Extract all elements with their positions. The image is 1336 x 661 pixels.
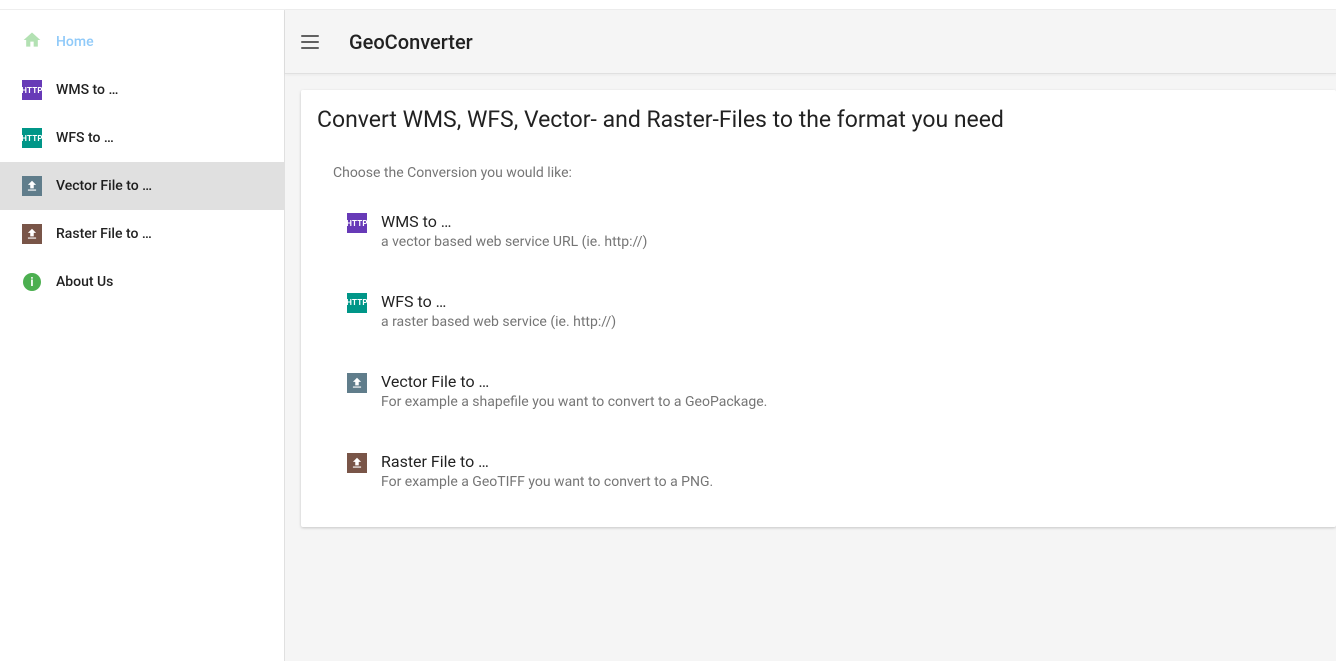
home-icon [8,30,56,54]
option-desc: For example a shapefile you want to conv… [381,393,767,413]
sidebar-item-wms[interactable]: HTTP WMS to … [0,66,284,114]
sidebar-item-label: About Us [56,274,113,290]
sidebar-item-home[interactable]: Home [0,18,284,66]
sidebar-item-raster-file[interactable]: Raster File to … [0,210,284,258]
sidebar-item-label: WFS to … [56,130,114,146]
sidebar-item-label: Raster File to … [56,226,152,242]
option-raster-file[interactable]: Raster File to … For example a GeoTIFF y… [317,441,1320,503]
page-heading: Convert WMS, WFS, Vector- and Raster-Fil… [317,106,1320,133]
option-wfs[interactable]: HTTP WFS to … a raster based web service… [317,281,1320,343]
sidebar-item-vector-file[interactable]: Vector File to … [0,162,284,210]
option-title: Vector File to … [381,371,767,393]
instruction-text: Choose the Conversion you would like: [333,165,1320,181]
sidebar-item-label: WMS to … [56,82,118,98]
option-title: WMS to … [381,211,647,233]
info-icon: i [8,273,56,291]
upload-icon [8,176,56,196]
option-vector-file[interactable]: Vector File to … For example a shapefile… [317,361,1320,423]
upload-icon [8,224,56,244]
http-icon: HTTP [8,80,56,100]
upload-icon [333,371,381,393]
option-desc: For example a GeoTIFF you want to conver… [381,473,713,493]
main-card: Convert WMS, WFS, Vector- and Raster-Fil… [301,90,1336,527]
browser-top-gap [0,0,1336,10]
http-icon: HTTP [333,291,381,313]
menu-icon[interactable] [301,30,325,54]
option-title: Raster File to … [381,451,713,473]
option-title: WFS to … [381,291,616,313]
toolbar: GeoConverter [285,10,1336,74]
sidebar: Home HTTP WMS to … HTTP WFS to … Vector … [0,10,285,661]
http-icon: HTTP [8,128,56,148]
sidebar-item-label: Vector File to … [56,178,152,194]
app-title: GeoConverter [349,30,473,54]
sidebar-item-label: Home [56,34,94,50]
option-wms[interactable]: HTTP WMS to … a vector based web service… [317,201,1320,263]
upload-icon [333,451,381,473]
http-icon: HTTP [333,211,381,233]
sidebar-item-wfs[interactable]: HTTP WFS to … [0,114,284,162]
sidebar-item-about[interactable]: i About Us [0,258,284,306]
option-desc: a vector based web service URL (ie. http… [381,233,647,253]
option-desc: a raster based web service (ie. http://) [381,313,616,333]
